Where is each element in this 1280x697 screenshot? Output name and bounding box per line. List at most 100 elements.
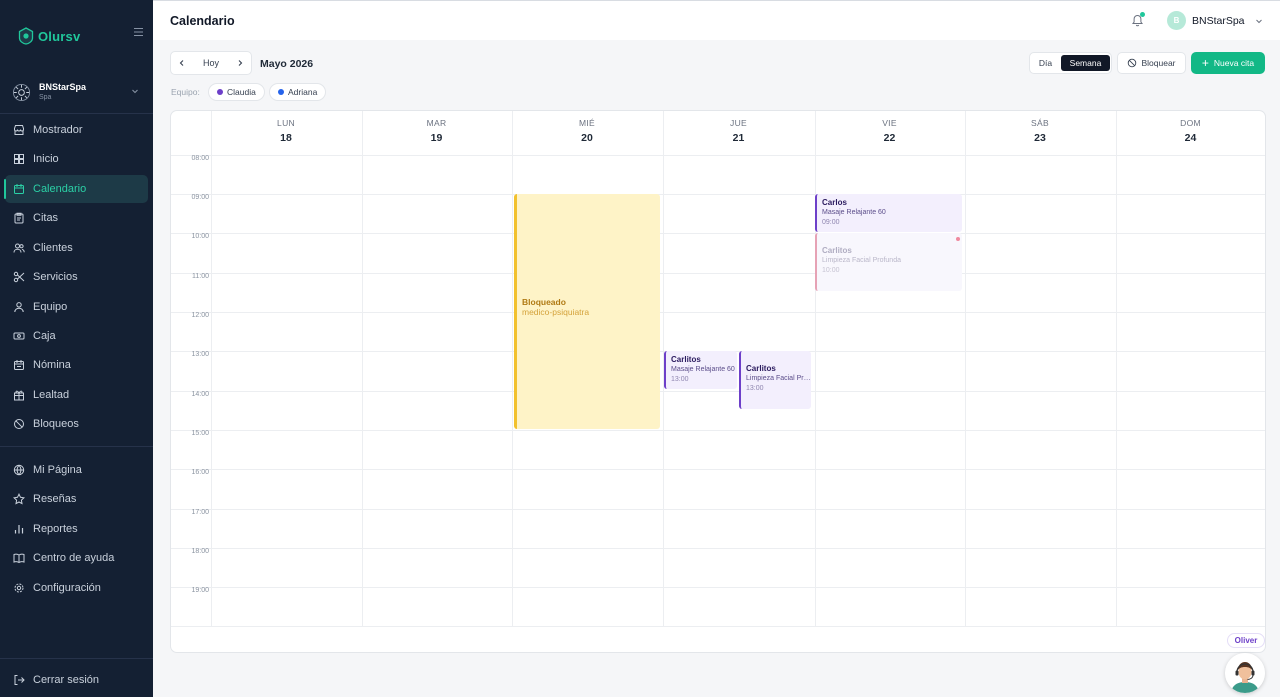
sidebar-item-label: Reseñas bbox=[33, 493, 77, 505]
sidebar-item-servicios[interactable]: Servicios bbox=[5, 263, 148, 291]
day-header-lun[interactable]: LUN 18 bbox=[211, 111, 361, 155]
sidebar-item-equipo[interactable]: Equipo bbox=[5, 293, 148, 321]
team-filter-claudia[interactable]: Claudia bbox=[208, 83, 265, 101]
team-color-dot bbox=[217, 89, 223, 95]
hour-label: 14:00 bbox=[191, 391, 209, 398]
week-view-button[interactable]: Semana bbox=[1061, 55, 1110, 71]
globe-icon bbox=[13, 464, 25, 476]
grid-line bbox=[362, 111, 363, 627]
previous-week-button[interactable] bbox=[171, 52, 193, 74]
appointment-event[interactable]: Carlitos Masaje Relajante 60 13:00 bbox=[664, 351, 737, 389]
sidebar-item-centro-de-ayuda[interactable]: Centro de ayuda bbox=[5, 544, 148, 572]
sidebar-item-label: Configuración bbox=[33, 582, 101, 594]
logo[interactable]: Olursv bbox=[18, 27, 80, 45]
day-name: JUE bbox=[730, 118, 747, 128]
day-header-vie[interactable]: VIE 22 bbox=[815, 111, 964, 155]
sidebar-item-clientes[interactable]: Clientes bbox=[5, 234, 148, 262]
sidebar-item-citas[interactable]: Citas bbox=[5, 204, 148, 232]
sidebar-item-label: Inicio bbox=[33, 153, 59, 165]
chart-icon bbox=[14, 525, 24, 534]
gift-icon bbox=[14, 390, 24, 401]
today-button[interactable]: Hoy bbox=[193, 52, 229, 74]
event-service: Masaje Relajante 60 bbox=[822, 209, 886, 216]
sidebar-item-resenas[interactable]: Reseñas bbox=[5, 485, 148, 513]
grid-line bbox=[1116, 111, 1117, 627]
sidebar-item-label: Mostrador bbox=[33, 124, 83, 136]
event-time: 13:00 bbox=[671, 376, 689, 383]
block-time-button[interactable]: Bloquear bbox=[1117, 52, 1186, 74]
hour-label: 19:00 bbox=[191, 587, 209, 594]
team-color-dot bbox=[278, 89, 284, 95]
star-icon bbox=[13, 493, 25, 505]
day-header-dom[interactable]: DOM 24 bbox=[1116, 111, 1265, 155]
business-logo-icon bbox=[12, 83, 31, 101]
sidebar-item-inicio[interactable]: Inicio bbox=[5, 145, 148, 173]
event-time: 09:00 bbox=[822, 219, 840, 226]
logout-icon bbox=[14, 675, 25, 685]
logout-label: Cerrar sesión bbox=[33, 674, 100, 686]
sidebar-item-label: Citas bbox=[33, 212, 59, 224]
event-subtitle: medico-psiquiatra bbox=[522, 307, 590, 317]
chevron-left-icon bbox=[179, 60, 184, 66]
sidebar-item-mostrador[interactable]: Mostrador bbox=[5, 116, 148, 144]
menu-toggle-icon[interactable] bbox=[133, 27, 144, 37]
sidebar-item-bloqueos[interactable]: Bloqueos bbox=[5, 410, 148, 438]
sidebar-item-reportes[interactable]: Reportes bbox=[5, 515, 148, 543]
grid-line bbox=[171, 626, 1265, 627]
day-header-mar[interactable]: MAR 19 bbox=[362, 111, 511, 155]
sidebar-item-calendario[interactable]: Calendario bbox=[4, 175, 148, 203]
logo-icon bbox=[18, 27, 34, 45]
day-name: DOM bbox=[1180, 118, 1201, 128]
business-type: Spa bbox=[39, 94, 52, 101]
event-client: Carlitos bbox=[671, 355, 701, 364]
next-week-button[interactable] bbox=[229, 52, 251, 74]
grid-line bbox=[171, 509, 1265, 510]
team-filter-adriana[interactable]: Adriana bbox=[269, 83, 327, 101]
appointment-event[interactable]: Carlitos Limpieza Facial Profunda 10:00 bbox=[815, 233, 962, 291]
day-number: 20 bbox=[581, 132, 593, 144]
day-header-sab[interactable]: SÁB 23 bbox=[965, 111, 1115, 155]
appointment-event[interactable]: Carlitos Limpieza Facial Profunda 13:00 bbox=[739, 351, 811, 409]
event-title: Bloqueado bbox=[522, 297, 566, 307]
appointment-event[interactable]: Carlos Masaje Relajante 60 09:00 bbox=[815, 194, 962, 232]
user-menu[interactable]: B BNStarSpa bbox=[1167, 11, 1263, 30]
team-icon bbox=[14, 302, 24, 313]
business-name: BNStarSpa bbox=[39, 82, 87, 92]
avatar: B bbox=[1167, 11, 1186, 30]
team-member-name: Adriana bbox=[288, 87, 318, 97]
sidebar-item-caja[interactable]: Caja bbox=[5, 322, 148, 350]
day-header-mie[interactable]: MIÉ 20 bbox=[512, 111, 662, 155]
sidebar-item-configuracion[interactable]: Configuración bbox=[5, 574, 148, 602]
business-switcher[interactable]: BNStarSpa Spa bbox=[12, 78, 142, 106]
day-number: 24 bbox=[1184, 132, 1197, 144]
day-number: 19 bbox=[430, 132, 443, 144]
event-time: 13:00 bbox=[746, 385, 764, 392]
day-name: MIÉ bbox=[578, 118, 595, 128]
users-icon bbox=[13, 243, 25, 253]
status-dot bbox=[956, 237, 960, 241]
assistant-label[interactable]: Oliver bbox=[1227, 633, 1265, 648]
day-header-jue[interactable]: JUE 21 bbox=[663, 111, 814, 155]
view-switcher: Día Semana bbox=[1029, 52, 1112, 74]
grid-line bbox=[171, 194, 1265, 195]
page-title: Calendario bbox=[170, 14, 235, 28]
assistant-avatar[interactable] bbox=[1225, 653, 1265, 693]
sidebar-item-nomina[interactable]: Nómina bbox=[5, 351, 148, 379]
new-appointment-button[interactable]: + Nueva cita bbox=[1191, 52, 1265, 74]
day-view-button[interactable]: Día bbox=[1031, 55, 1060, 71]
sidebar-item-label: Centro de ayuda bbox=[33, 552, 115, 564]
dashboard-icon bbox=[14, 154, 24, 164]
sidebar-item-mi-pagina[interactable]: Mi Página bbox=[5, 456, 148, 484]
event-service: Masaje Relajante 60 bbox=[671, 366, 735, 373]
logout-button[interactable]: Cerrar sesión bbox=[5, 666, 148, 694]
chevron-down-icon bbox=[1255, 19, 1262, 23]
sidebar: Olursv BNStarSpa Spa Mostrador Inicio Ca… bbox=[0, 0, 153, 697]
event-client: Carlitos bbox=[746, 364, 776, 373]
hour-label: 09:00 bbox=[191, 194, 209, 201]
hour-label: 18:00 bbox=[191, 548, 209, 555]
date-navigation: Hoy bbox=[170, 51, 252, 75]
hour-label: 16:00 bbox=[191, 469, 209, 476]
sidebar-item-lealtad[interactable]: Lealtad bbox=[5, 381, 148, 409]
scissors-icon bbox=[13, 271, 25, 283]
blocked-time-event[interactable]: Bloqueado medico-psiquiatra bbox=[514, 194, 660, 429]
